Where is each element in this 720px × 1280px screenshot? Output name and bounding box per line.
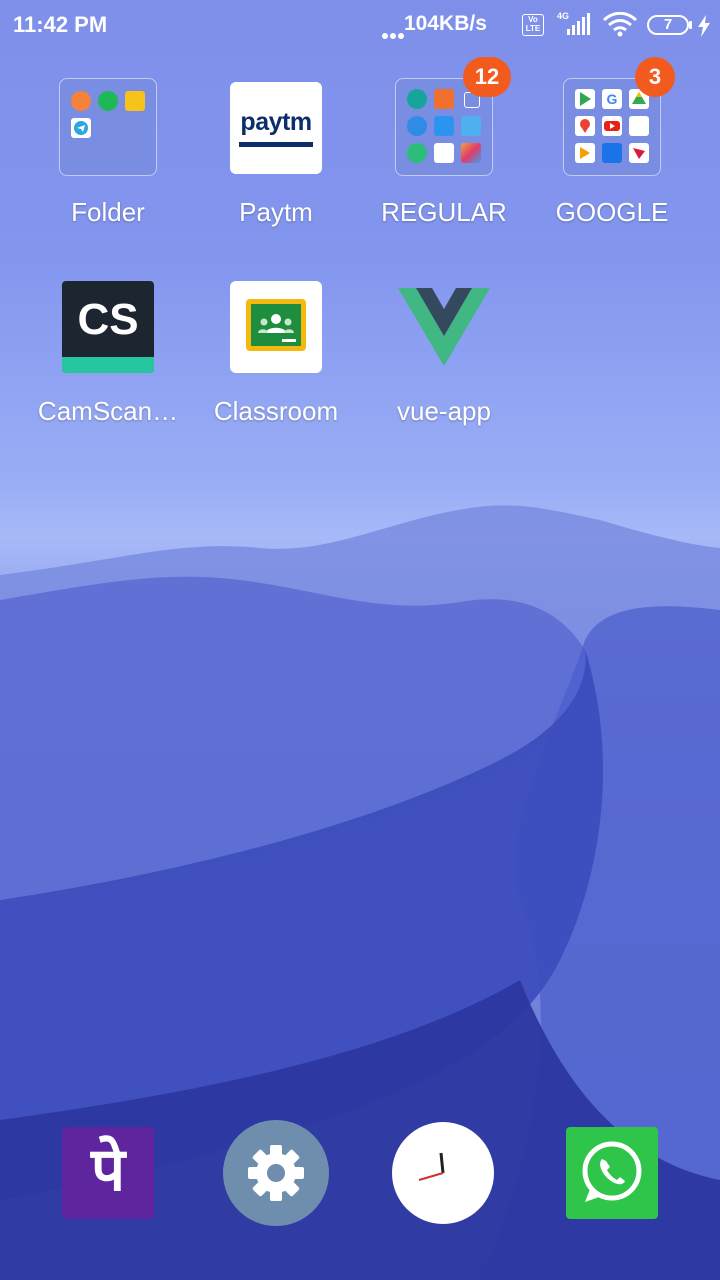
camscanner-stripe [62, 357, 154, 373]
podcast-icon [407, 143, 427, 163]
network-speed: 104KB/s [404, 12, 487, 35]
compass-icon [407, 89, 427, 109]
paytm-icon: paytm [230, 82, 322, 174]
app-folder-google[interactable]: G 3 GOOGLE [528, 57, 696, 242]
paytm-underline [239, 142, 313, 147]
svg-text:4G: 4G [557, 11, 569, 21]
settings-gear-icon [248, 1145, 304, 1201]
play-movies-icon [575, 143, 595, 163]
youtube-icon [602, 116, 622, 136]
notes-icon [125, 91, 145, 111]
mail-icon [461, 116, 481, 136]
themes-icon [461, 143, 481, 163]
status-bar: 11:42 PM 104KB/s Vo LTE 4G 7 [0, 0, 720, 52]
app-classroom[interactable]: Classroom [192, 281, 360, 441]
folder-tile [59, 78, 157, 176]
google-icon: G [602, 89, 622, 109]
whatsapp-icon [582, 1141, 642, 1202]
app-label: Classroom [213, 396, 339, 426]
volte-icon: Vo LTE [522, 14, 544, 36]
google-classroom-icon [230, 281, 322, 373]
dock-whatsapp[interactable] [566, 1127, 658, 1219]
video-recorder-icon [434, 89, 454, 109]
mi-pay-icon [434, 143, 454, 163]
clock-icon [418, 1152, 445, 1181]
app-folder-regular[interactable]: 12 REGULAR [360, 57, 528, 242]
duo-icon [602, 143, 622, 163]
battery-nub [689, 21, 692, 29]
google-pay-icon [629, 116, 649, 136]
app-paytm[interactable]: paytm Paytm [192, 82, 360, 242]
phone-icon [98, 91, 118, 111]
app-label: Folder [71, 197, 145, 227]
dock-phonepe[interactable]: पे [62, 1127, 154, 1219]
app-label: Paytm [239, 197, 313, 227]
paytm-wordmark: paytm [240, 108, 312, 136]
app-label: CamScan… [37, 396, 179, 426]
phonepe-icon: पे [90, 1136, 126, 1203]
app-camscanner[interactable]: CS CamScan… [24, 281, 192, 441]
signal-4g-icon: 4G [555, 10, 595, 38]
wifi-icon [602, 11, 638, 38]
more-notifications-icon [382, 27, 404, 39]
play-store-icon [575, 89, 595, 109]
vue-logo-icon [398, 281, 490, 373]
app-label: vue-app [397, 396, 491, 426]
infinity-icon [434, 116, 454, 136]
charging-icon [697, 15, 711, 37]
battery-icon: 7 [647, 15, 689, 35]
contacts-icon [407, 116, 427, 136]
status-time: 11:42 PM [13, 12, 108, 37]
app-folder[interactable]: Folder [24, 78, 192, 242]
dock-settings[interactable] [223, 1120, 329, 1226]
maps-icon [575, 116, 595, 136]
app-vue[interactable]: vue-app [360, 281, 528, 441]
app-label: GOOGLE [555, 197, 669, 227]
notification-badge: 3 [635, 57, 675, 97]
calculator-icon [71, 91, 91, 111]
camscanner-icon: CS [62, 281, 154, 373]
app-label: REGULAR [381, 197, 507, 227]
camscanner-wordmark: CS [77, 295, 139, 344]
dock-clock[interactable] [392, 1122, 494, 1224]
notification-badge: 12 [463, 57, 511, 97]
stadia-icon [629, 143, 649, 163]
telegram-icon [71, 118, 91, 138]
